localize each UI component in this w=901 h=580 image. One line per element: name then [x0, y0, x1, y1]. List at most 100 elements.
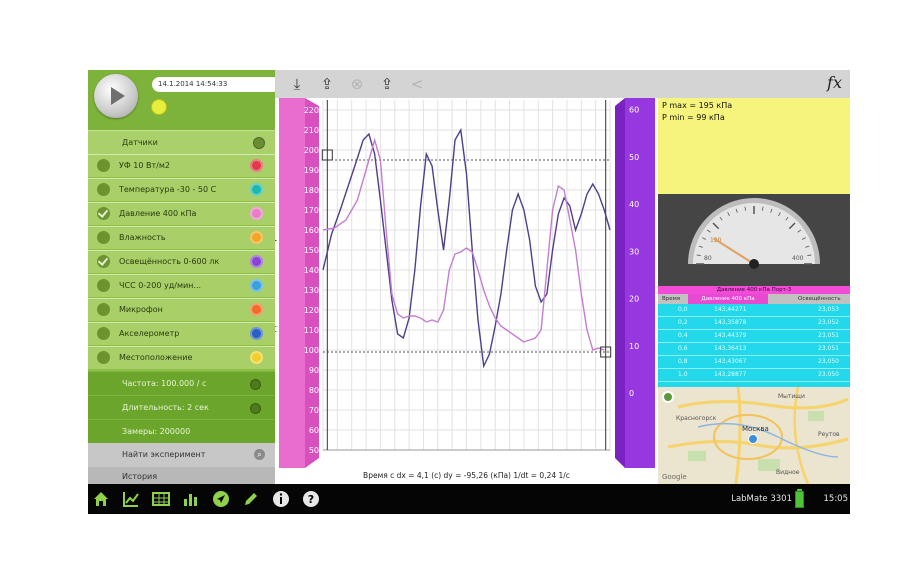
sensor-color-icon[interactable]: [250, 255, 263, 268]
table-row[interactable]: 1,0 143,28877 23,050: [658, 369, 850, 382]
table-header: Время Давление 400 кПа Освещённость: [658, 294, 850, 304]
sensor-color-icon[interactable]: [250, 351, 263, 364]
table-icon[interactable]: [152, 490, 170, 508]
left-tick-label: 210: [304, 126, 319, 135]
sensor-item[interactable]: Микрофон: [88, 298, 275, 321]
chart-area[interactable]: 220 210 200 190 180 170 160 150 140 130 120 110 100 9…: [275, 98, 658, 484]
function-button[interactable]: fx: [827, 73, 842, 92]
search-icon: ⌕: [254, 449, 265, 460]
data-table[interactable]: Давление 400 кПа Порт-3 Время Давление 4…: [658, 286, 850, 387]
setting-frequency[interactable]: Частота: 100.000 / с: [88, 371, 275, 396]
sensors-section-header[interactable]: Датчики: [88, 130, 275, 155]
share-export-icon[interactable]: ⇪: [317, 74, 337, 94]
sensor-color-icon[interactable]: [250, 279, 263, 292]
toolbar: ⤓ ⇪ ⊗ ⇪ < fx: [275, 70, 850, 98]
sensor-checkbox[interactable]: [97, 231, 110, 244]
sensor-label: Температура -30 - 50 C: [119, 185, 217, 194]
left-axis-title: Давление 400 кПа Порт-3: [275, 224, 277, 333]
sensor-color-icon[interactable]: [250, 231, 263, 244]
gauge-max-label: 400: [792, 255, 804, 262]
left-tick-label: 100: [304, 346, 319, 355]
location-map[interactable]: Москва Красногорск Видное Реутов Мытищи …: [658, 387, 850, 484]
table-cell: 23,053: [818, 306, 839, 313]
table-cell: 143,28877: [714, 371, 747, 378]
sensor-checkbox[interactable]: [97, 279, 110, 292]
right-tick-label: 60: [629, 105, 639, 114]
close-icon[interactable]: ⊗: [347, 74, 367, 94]
device-brand: LabMate 3301: [731, 494, 792, 504]
share-network-icon[interactable]: <: [407, 74, 427, 94]
sensor-item[interactable]: Влажность: [88, 226, 275, 249]
app-window: 14.1.2014 14:54:33 Датчики УФ 10 Вт/м2 Те…: [88, 70, 850, 514]
left-tick-label: 200: [304, 146, 319, 155]
line-chart[interactable]: 2202102001901801701601501401301201101009…: [275, 98, 658, 468]
table-cell: 23,052: [818, 319, 839, 326]
sensor-item[interactable]: Освещённость 0-600 лк: [88, 250, 275, 273]
help-icon[interactable]: ?: [302, 490, 320, 508]
location-marker-icon[interactable]: [662, 391, 674, 403]
sensor-checkbox[interactable]: [97, 183, 110, 196]
right-tick-label: 30: [629, 247, 639, 256]
download-icon[interactable]: ⤓: [287, 74, 307, 94]
table-row[interactable]: 0,2 143,35878 23,052: [658, 317, 850, 330]
sensor-item[interactable]: Температура -30 - 50 C: [88, 178, 275, 201]
left-tick-label: 80: [309, 386, 319, 395]
table-cell: 143,36413: [714, 345, 747, 352]
map-label: Видное: [776, 469, 800, 476]
table-cell: 143,44271: [714, 306, 747, 313]
sensor-label: Давление 400 кПа: [119, 209, 197, 218]
sensor-item[interactable]: Акселерометр: [88, 322, 275, 345]
sensor-color-icon[interactable]: [250, 303, 263, 316]
right-axis-band-shadow: [615, 98, 625, 468]
table-row[interactable]: 0,4 143,44379 23,051: [658, 330, 850, 343]
sensor-checkbox[interactable]: [97, 255, 110, 268]
svg-text:?: ?: [308, 493, 314, 506]
chart-line-icon[interactable]: [122, 490, 140, 508]
left-tick-label: 160: [304, 226, 319, 235]
sensor-item[interactable]: ЧСС 0-200 уд/мин...: [88, 274, 275, 297]
history-button[interactable]: История: [88, 467, 275, 484]
table-cell: 23,050: [818, 358, 839, 365]
table-cell: 23,051: [818, 345, 839, 352]
sensor-checkbox[interactable]: [97, 327, 110, 340]
map-label-city: Москва: [742, 425, 769, 433]
play-button[interactable]: [94, 74, 138, 118]
sensor-color-icon[interactable]: [250, 327, 263, 340]
table-row[interactable]: 0,6 143,36413 23,051: [658, 343, 850, 356]
sensor-label: Местоположение: [119, 353, 193, 362]
pen-icon[interactable]: [242, 490, 260, 508]
sensor-item[interactable]: Давление 400 кПа: [88, 202, 275, 225]
sensor-item[interactable]: УФ 10 Вт/м2: [88, 154, 275, 177]
setting-duration[interactable]: Длительность: 2 сек: [88, 395, 275, 420]
column-header: Давление 400 кПа: [688, 294, 768, 304]
left-tick-label: 140: [304, 266, 319, 275]
find-experiment-button[interactable]: Найти эксперимент ⌕: [88, 443, 275, 467]
sensor-checkbox[interactable]: [97, 159, 110, 172]
sensor-checkbox[interactable]: [97, 303, 110, 316]
sensor-checkbox[interactable]: [97, 207, 110, 220]
setting-label: Замеры: 200000: [122, 427, 191, 436]
bar-chart-icon[interactable]: [182, 490, 200, 508]
share-icon[interactable]: ⇪: [377, 74, 397, 94]
info-icon[interactable]: [272, 490, 290, 508]
map-attribution: Google: [662, 473, 687, 481]
sensor-color-icon[interactable]: [250, 183, 263, 196]
table-row[interactable]: 0,0 143,44271 23,053: [658, 304, 850, 317]
map-label: Красногорск: [676, 415, 717, 422]
setting-samples[interactable]: Замеры: 200000: [88, 419, 275, 444]
sensor-color-icon[interactable]: [250, 159, 263, 172]
table-row[interactable]: 0,8 143,43067 23,050: [658, 356, 850, 369]
pressure-gauge: 80400120: [688, 198, 820, 269]
location-arrow-icon[interactable]: [212, 490, 230, 508]
sensor-label: Микрофон: [119, 305, 163, 314]
left-tick-label: 170: [304, 206, 319, 215]
right-tick-label: 0: [629, 389, 634, 398]
right-tick-label: 10: [629, 342, 639, 351]
left-tick-label: 50: [309, 446, 319, 455]
section-toggle-icon: [253, 137, 265, 149]
home-icon[interactable]: [92, 490, 110, 508]
sensor-item[interactable]: Местоположение: [88, 346, 275, 369]
sensor-checkbox[interactable]: [97, 351, 110, 364]
left-tick-label: 120: [304, 306, 319, 315]
sensor-color-icon[interactable]: [250, 207, 263, 220]
